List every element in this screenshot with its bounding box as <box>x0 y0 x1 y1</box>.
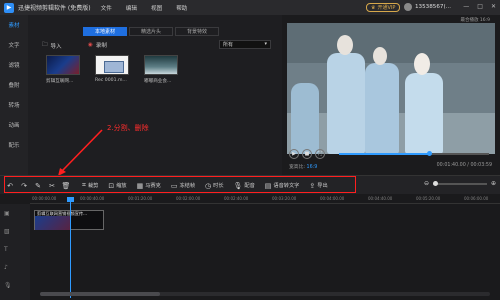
tool-label: 配音 <box>244 183 255 189</box>
ruler-tick: 00:04:00.00 <box>320 196 345 201</box>
clip-thumbnail <box>35 216 71 230</box>
redo-icon[interactable]: ↷ <box>18 180 30 191</box>
tool-label: 缩放 <box>116 183 127 189</box>
split-icon[interactable]: ✂ <box>46 180 58 191</box>
ruler-tick: 00:02:00.00 <box>176 196 201 201</box>
ruler-tick: 00:03:20.00 <box>272 196 297 201</box>
zoom-slider[interactable] <box>432 180 487 186</box>
crop-icon: ⌗ <box>82 181 86 189</box>
tool-label: 时长 <box>213 183 224 189</box>
timeline-zoom: ⊖ ⊕ <box>424 180 496 187</box>
export-icon: ⇪ <box>309 181 316 190</box>
zoom-in-icon[interactable]: ⊕ <box>491 180 496 187</box>
zoom-out-icon[interactable]: ⊖ <box>424 180 429 187</box>
playhead[interactable] <box>70 200 71 298</box>
zoom-slider-knob[interactable] <box>432 180 438 186</box>
scrollbar-thumb[interactable] <box>40 292 160 296</box>
tool-export[interactable]: ⇪ 导出 <box>309 182 327 190</box>
tool-dub[interactable]: 🎙 配音 <box>234 182 255 190</box>
mosaic-icon: ▦ <box>136 181 144 190</box>
edit-toolbar: ↶ ↷ ✎ ✂ 🗑 ⌗ 裁剪 ⊡ 缩放 ▦ 马赛克 ▭ 冻结帧 ◷ 时长 🎙 配… <box>0 175 500 194</box>
timeline-scrollbar[interactable] <box>40 292 490 296</box>
tool-freeze[interactable]: ▭ 冻结帧 <box>171 182 195 190</box>
ruler-tick: 00:04:40.00 <box>368 196 393 201</box>
ruler-tick: 00:00:00.00 <box>32 196 57 201</box>
timeline-panel: 00:00:00.00 00:00:40.00 00:01:20.00 00:0… <box>0 194 500 300</box>
voice-track-icon: 🎙 <box>4 281 12 289</box>
zoom-icon: ⊡ <box>108 181 115 190</box>
dub-icon: 🎙 <box>233 181 243 190</box>
tool-label: 语音转文字 <box>273 183 300 189</box>
speech-text-icon: ▤ <box>264 181 272 190</box>
undo-icon[interactable]: ↶ <box>4 180 16 191</box>
tool-label: 马赛克 <box>145 183 161 189</box>
ruler-tick: 00:01:20.00 <box>128 196 153 201</box>
ruler-tick: 00:06:00.00 <box>464 196 489 201</box>
video-track-icon: ▣ <box>4 209 10 217</box>
tool-duration[interactable]: ◷ 时长 <box>205 182 224 190</box>
tool-label: 冻结帧 <box>179 183 196 189</box>
tool-crop[interactable]: ⌗ 裁剪 <box>82 181 98 190</box>
freeze-icon: ▭ <box>170 181 178 190</box>
music-track-icon: ♪ <box>4 263 8 271</box>
tool-zoom[interactable]: ⊡ 缩放 <box>108 182 126 190</box>
speed-icon: ◷ <box>205 181 212 190</box>
image-track-icon: ▧ <box>4 227 10 235</box>
timeline-ruler: 00:00:00.00 00:00:40.00 00:01:20.00 00:0… <box>30 194 500 204</box>
tool-mosaic[interactable]: ▦ 马赛克 <box>137 182 161 190</box>
ruler-tick: 00:05:20.00 <box>416 196 441 201</box>
toolbar-tools: ↶ ↷ ✎ ✂ 🗑 ⌗ 裁剪 ⊡ 缩放 ▦ 马赛克 ▭ 冻结帧 ◷ 时长 🎙 配… <box>4 180 336 191</box>
tool-speech-to-text[interactable]: ▤ 语音转文字 <box>265 182 300 190</box>
text-track-icon: T <box>4 245 8 253</box>
clip-label: 剪辑互联网营销视频宣传... <box>37 211 88 216</box>
track-headers: ▣ ▧ T ♪ 🎙 <box>0 204 30 300</box>
timeline-clip[interactable]: 剪辑互联网营销视频宣传... <box>34 210 104 230</box>
tool-label: 导出 <box>317 183 328 189</box>
delete-icon[interactable]: 🗑 <box>60 180 72 191</box>
ruler-tick: 00:00:40.00 <box>80 196 105 201</box>
edit-icon[interactable]: ✎ <box>32 180 44 191</box>
ruler-tick: 00:02:40.00 <box>224 196 249 201</box>
tool-label: 裁剪 <box>87 183 99 189</box>
